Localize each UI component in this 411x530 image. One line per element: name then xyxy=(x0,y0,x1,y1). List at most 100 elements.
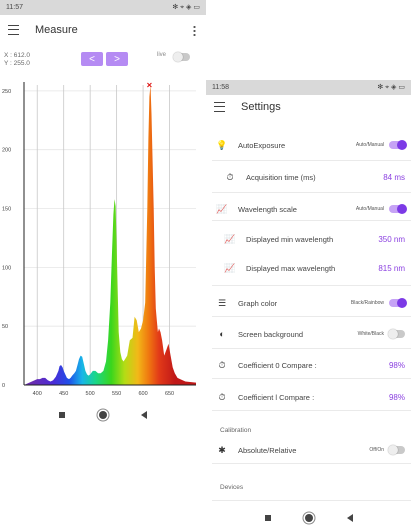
setting-label: Coefficient 0 Compare : xyxy=(238,360,317,370)
setting-icon: 💡 xyxy=(216,139,228,150)
y-tick-label: 250 xyxy=(2,89,11,95)
setting-icon: 📈 xyxy=(216,203,228,214)
toggle-knob xyxy=(388,329,398,339)
setting-icon: ⏱ xyxy=(218,359,226,370)
setting-label: Displayed max wavelength xyxy=(246,263,336,273)
setting-label: Wavelength scale xyxy=(238,204,297,214)
setting-icon: ⏱ xyxy=(226,171,234,182)
toggle-knob xyxy=(397,298,407,308)
toggle-knob xyxy=(173,52,183,62)
setting-toggle[interactable] xyxy=(389,140,407,150)
divider xyxy=(212,410,411,411)
setting-row[interactable]: ⏱ Coefficient l Compare : 98% xyxy=(206,388,411,406)
setting-row[interactable]: 📈 Displayed max wavelength 815 nm xyxy=(206,257,411,279)
toggle-knob xyxy=(397,140,407,150)
measure-screen: 11:57 ✻ ⌖ ◈ ▭ Measure X : 612.0 Y : 255.… xyxy=(0,0,206,430)
setting-label: Displayed min wavelength xyxy=(246,234,334,244)
setting-value[interactable]: 350 nm xyxy=(378,235,405,244)
setting-icon: ⏱ xyxy=(218,391,226,402)
setting-icon: ◐ xyxy=(219,329,225,339)
absolute-relative-toggle[interactable] xyxy=(388,445,405,455)
status-time: 11:57 xyxy=(6,4,23,11)
setting-row[interactable]: 📈 Displayed min wavelength 350 nm xyxy=(206,228,411,250)
status-bar: 11:57 ✻ ⌖ ◈ ▭ xyxy=(0,0,206,15)
calibration-icon: ✱ xyxy=(218,444,226,455)
recents-icon[interactable] xyxy=(59,412,65,418)
setting-row[interactable]: ⏱ Acquisition time (ms) 84 ms xyxy=(206,168,411,186)
previous-button[interactable]: < xyxy=(81,52,103,66)
setting-hint: Auto/Manual xyxy=(355,142,384,148)
status-icons: ✻ ⌖ ◈ ▭ xyxy=(377,84,405,91)
system-nav-bar xyxy=(206,506,411,530)
next-button[interactable]: > xyxy=(106,52,128,66)
setting-toggle[interactable] xyxy=(388,329,405,339)
setting-label: Absolute/Relative xyxy=(238,445,297,455)
page-title: Settings xyxy=(241,101,281,113)
status-time: 11:58 xyxy=(212,84,229,91)
divider xyxy=(212,348,411,349)
divider xyxy=(212,160,411,161)
x-tick-label: 650 xyxy=(165,391,174,397)
divider xyxy=(212,378,411,379)
setting-hint: Auto/Manual xyxy=(355,206,384,212)
divider xyxy=(212,285,411,286)
section-devices: Devices xyxy=(220,484,244,491)
y-tick-label: 200 xyxy=(2,148,11,154)
setting-row[interactable]: 💡 AutoExposure Auto/Manual xyxy=(206,136,411,154)
status-icons: ✻ ⌖ ◈ ▭ xyxy=(172,4,200,11)
live-label: live xyxy=(157,52,167,58)
setting-label: Coefficient l Compare : xyxy=(238,392,315,402)
setting-row[interactable]: 📈 Wavelength scale Auto/Manual xyxy=(206,200,411,218)
setting-label: Acquisition time (ms) xyxy=(246,172,316,182)
setting-row[interactable]: ☰ Graph color Black/Rainbow xyxy=(206,294,411,312)
toggle-knob xyxy=(388,445,398,455)
y-tick-label: 100 xyxy=(2,265,11,271)
live-toggle[interactable] xyxy=(173,52,190,62)
setting-value[interactable]: 98% xyxy=(389,361,405,370)
setting-absolute-relative[interactable]: ✱ Absolute/Relative Off/On xyxy=(206,441,411,459)
setting-icon: 📈 xyxy=(224,233,236,244)
spectrum-chart[interactable]: 0 50 100 150 200 250 400 450 500 550 600 650 xyxy=(0,70,206,405)
setting-value[interactable]: 815 nm xyxy=(378,264,405,273)
settings-screen: 11:58 ✻ ⌖ ◈ ▭ Settings 💡 AutoExposure Auto… xyxy=(206,80,411,530)
setting-value[interactable]: 98% xyxy=(389,393,405,402)
toggle-knob xyxy=(397,204,407,214)
back-icon[interactable] xyxy=(141,411,147,419)
x-tick-label: 400 xyxy=(33,391,42,397)
setting-hint: Black/Rainbow xyxy=(350,300,384,306)
page-title: Measure xyxy=(35,24,78,36)
setting-toggle[interactable] xyxy=(389,204,407,214)
x-tick-label: 450 xyxy=(59,391,68,397)
menu-icon[interactable] xyxy=(8,25,19,35)
home-icon[interactable] xyxy=(304,514,313,522)
system-nav-bar xyxy=(0,402,206,428)
x-tick-label: 600 xyxy=(138,391,147,397)
divider xyxy=(212,500,411,501)
home-icon[interactable] xyxy=(99,411,107,419)
spectrum-area xyxy=(24,85,196,385)
menu-icon[interactable] xyxy=(214,102,225,112)
setting-toggle[interactable] xyxy=(389,298,407,308)
setting-icon: 📈 xyxy=(224,262,236,273)
setting-row[interactable]: ⏱ Coefficient 0 Compare : 98% xyxy=(206,356,411,374)
setting-row[interactable]: ◐ Screen background White/Black xyxy=(206,325,411,343)
setting-icon: ☰ xyxy=(217,297,227,308)
divider xyxy=(212,220,411,221)
divider xyxy=(212,316,411,317)
y-tick-label: 50 xyxy=(2,324,8,330)
y-readout: Y : 255.0 xyxy=(4,60,30,67)
setting-hint: Off/On xyxy=(369,447,384,453)
x-readout: X : 612.0 xyxy=(4,52,31,59)
section-calibration: Calibration xyxy=(220,427,252,434)
recents-icon[interactable] xyxy=(264,515,271,521)
setting-label: Graph color xyxy=(238,298,278,308)
settings-app-bar: Settings xyxy=(206,95,411,119)
x-tick-label: 500 xyxy=(86,391,95,397)
divider xyxy=(212,463,411,464)
status-bar: 11:58 ✻ ⌖ ◈ ▭ xyxy=(206,80,411,95)
y-tick-label: 0 xyxy=(2,383,5,389)
back-icon[interactable] xyxy=(346,514,353,522)
setting-label: Screen background xyxy=(238,329,304,339)
overflow-menu-icon[interactable] xyxy=(193,25,196,36)
setting-value[interactable]: 84 ms xyxy=(383,173,405,182)
